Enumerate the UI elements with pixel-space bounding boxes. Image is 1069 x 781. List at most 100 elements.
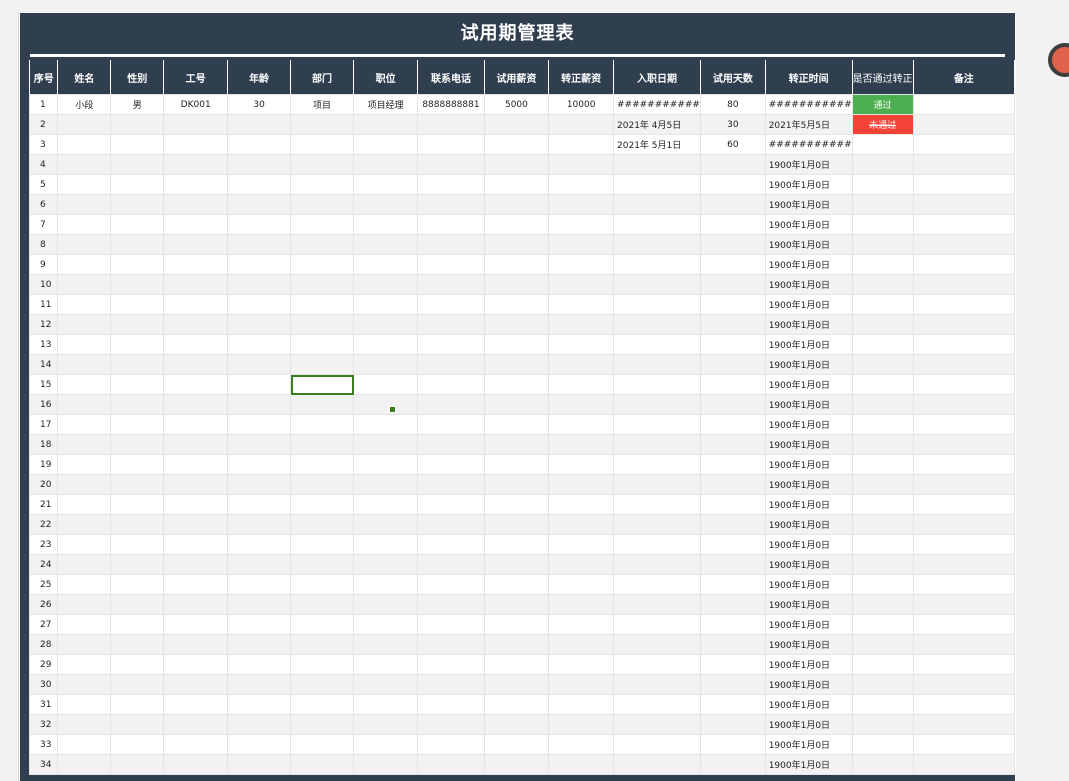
cell-hire-date[interactable]: [613, 574, 701, 595]
cell-position[interactable]: [352, 114, 419, 135]
cell-hire-date[interactable]: 2021年 4月5日: [613, 114, 701, 135]
cell-trial-days[interactable]: [699, 274, 766, 295]
column-header-dept[interactable]: 部门: [290, 60, 354, 95]
cell-trial-days[interactable]: [699, 694, 766, 715]
cell-name[interactable]: [57, 414, 112, 435]
cell-regular-date[interactable]: 1900年1月0日: [764, 454, 853, 475]
cell-regular-date[interactable]: 1900年1月0日: [764, 654, 853, 675]
cell-hire-date[interactable]: [613, 454, 701, 475]
cell-hire-date[interactable]: [613, 514, 701, 535]
cell-trial-salary[interactable]: [483, 754, 550, 775]
cell-regular-date[interactable]: 1900年1月0日: [764, 534, 853, 555]
cell-pass-status[interactable]: [851, 534, 914, 555]
cell-id[interactable]: [163, 154, 229, 175]
cell-hire-date[interactable]: [613, 434, 701, 455]
cell-gender[interactable]: [110, 374, 165, 395]
cell-seq[interactable]: 29: [28, 654, 59, 675]
cell-regular-salary[interactable]: [548, 234, 615, 255]
cell-name[interactable]: [57, 394, 112, 415]
cell-seq[interactable]: 24: [28, 554, 59, 575]
cell-regular-date[interactable]: 1900年1月0日: [764, 254, 853, 275]
cell-position[interactable]: 项目经理: [352, 94, 419, 115]
cell-dept[interactable]: [290, 194, 354, 215]
cell-pass-status[interactable]: [851, 714, 914, 735]
cell-regular-salary[interactable]: [548, 614, 615, 635]
cell-trial-days[interactable]: [699, 734, 766, 755]
cell-regular-salary[interactable]: [548, 154, 615, 175]
cell-regular-date[interactable]: 1900年1月0日: [764, 514, 853, 535]
cell-notes[interactable]: [912, 494, 1016, 515]
cell-regular-date[interactable]: 1900年1月0日: [764, 554, 853, 575]
cell-hire-date[interactable]: [613, 194, 701, 215]
floating-assistant-icon[interactable]: [1048, 43, 1069, 77]
cell-trial-days[interactable]: [699, 174, 766, 195]
cell-phone[interactable]: [417, 714, 485, 735]
cell-regular-salary[interactable]: [548, 474, 615, 495]
cell-dept[interactable]: 项目: [290, 94, 354, 115]
cell-dept[interactable]: [290, 554, 354, 575]
cell-regular-salary[interactable]: [548, 554, 615, 575]
cell-id[interactable]: [163, 214, 229, 235]
cell-hire-date[interactable]: [613, 294, 701, 315]
cell-position[interactable]: [352, 634, 419, 655]
cell-trial-days[interactable]: [699, 614, 766, 635]
cell-regular-salary[interactable]: [548, 574, 615, 595]
cell-regular-date[interactable]: 1900年1月0日: [764, 174, 853, 195]
cell-regular-date[interactable]: 1900年1月0日: [764, 374, 853, 395]
cell-name[interactable]: [57, 754, 112, 775]
cell-trial-salary[interactable]: [483, 174, 550, 195]
cell-name[interactable]: [57, 254, 112, 275]
cell-age[interactable]: [227, 474, 292, 495]
cell-trial-days[interactable]: [699, 494, 766, 515]
cell-id[interactable]: [163, 634, 229, 655]
column-header-gender[interactable]: 性别: [110, 60, 165, 95]
cell-position[interactable]: [352, 234, 419, 255]
cell-hire-date[interactable]: [613, 334, 701, 355]
cell-notes[interactable]: [912, 114, 1016, 135]
cell-hire-date[interactable]: [613, 694, 701, 715]
cell-gender[interactable]: [110, 294, 165, 315]
cell-gender[interactable]: [110, 154, 165, 175]
cell-regular-salary[interactable]: [548, 174, 615, 195]
cell-position[interactable]: [352, 734, 419, 755]
cell-phone[interactable]: [417, 614, 485, 635]
cell-pass-status[interactable]: 通过: [851, 94, 914, 115]
cell-dept[interactable]: [290, 694, 354, 715]
cell-pass-status[interactable]: [851, 454, 914, 475]
cell-position[interactable]: [352, 574, 419, 595]
cell-id[interactable]: [163, 314, 229, 335]
cell-dept[interactable]: [290, 374, 354, 395]
cell-trial-days[interactable]: 60: [699, 134, 766, 155]
cell-id[interactable]: [163, 434, 229, 455]
cell-dept[interactable]: [290, 354, 354, 375]
cell-regular-date[interactable]: 1900年1月0日: [764, 394, 853, 415]
cell-phone[interactable]: [417, 234, 485, 255]
cell-regular-salary[interactable]: [548, 714, 615, 735]
cell-position[interactable]: [352, 254, 419, 275]
cell-trial-salary[interactable]: [483, 394, 550, 415]
cell-seq[interactable]: 5: [28, 174, 59, 195]
cell-trial-days[interactable]: [699, 414, 766, 435]
cell-name[interactable]: [57, 534, 112, 555]
cell-regular-date[interactable]: 1900年1月0日: [764, 734, 853, 755]
cell-position[interactable]: [352, 514, 419, 535]
cell-trial-days[interactable]: [699, 354, 766, 375]
cell-phone[interactable]: [417, 514, 485, 535]
cell-name[interactable]: [57, 554, 112, 575]
cell-age[interactable]: [227, 154, 292, 175]
cell-id[interactable]: [163, 534, 229, 555]
cell-age[interactable]: [227, 334, 292, 355]
cell-name[interactable]: [57, 614, 112, 635]
cell-phone[interactable]: [417, 494, 485, 515]
cell-phone[interactable]: [417, 334, 485, 355]
cell-regular-salary[interactable]: [548, 414, 615, 435]
cell-regular-salary[interactable]: [548, 274, 615, 295]
cell-hire-date[interactable]: [613, 354, 701, 375]
cell-regular-salary[interactable]: [548, 334, 615, 355]
cell-position[interactable]: [352, 314, 419, 335]
cell-name[interactable]: 小段: [57, 94, 112, 115]
cell-trial-days[interactable]: [699, 754, 766, 775]
cell-age[interactable]: [227, 614, 292, 635]
cell-position[interactable]: [352, 494, 419, 515]
cell-id[interactable]: [163, 574, 229, 595]
